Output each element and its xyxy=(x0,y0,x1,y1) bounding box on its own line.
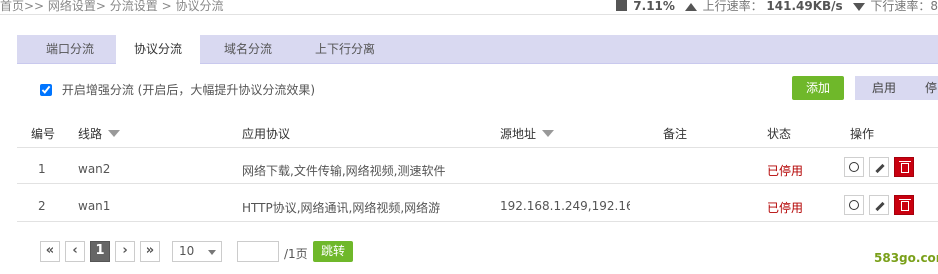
chevron-down-icon xyxy=(208,250,216,255)
enable-button[interactable]: 启用 xyxy=(855,76,913,100)
col-header-status: 状态 xyxy=(767,127,792,141)
sort-chevron-icon[interactable] xyxy=(542,130,555,137)
page-number-input[interactable] xyxy=(237,241,279,262)
enable-disable-group: 启用 停 xyxy=(855,76,938,100)
prev-page-button[interactable]: ‹ xyxy=(65,241,85,262)
col-header-source[interactable]: 源地址 xyxy=(500,125,555,142)
trash-icon xyxy=(899,161,911,162)
first-page-button[interactable]: « xyxy=(40,241,60,262)
row-divider xyxy=(17,221,938,222)
col-header-number: 编号 xyxy=(31,127,56,141)
cpu-usage: 7.11% xyxy=(633,0,675,13)
watermark: 583go.com xyxy=(874,251,938,265)
row-divider xyxy=(17,183,938,184)
top-bar: 首页>> 网络设置> 分流设置 > 协议分流 7.11% 上行速率： 141.4… xyxy=(0,0,938,15)
edit-button[interactable] xyxy=(869,157,889,177)
circle-icon xyxy=(849,200,859,210)
breadcrumb: 首页>> 网络设置> 分流设置 > 协议分流 xyxy=(0,0,224,13)
tab-port-split[interactable]: 端口分流 xyxy=(30,35,110,63)
pencil-icon xyxy=(875,163,885,174)
delete-button[interactable] xyxy=(894,195,914,215)
col-header-note: 备注 xyxy=(663,127,688,141)
download-arrow-icon xyxy=(852,3,865,11)
edit-button[interactable] xyxy=(869,195,889,215)
row-line: wan1 xyxy=(78,199,111,213)
system-stats: 7.11% 上行速率： 141.49KB/s 下行速率：8 xyxy=(610,0,938,14)
col-header-line-label: 线路 xyxy=(78,127,103,141)
col-header-source-label: 源地址 xyxy=(500,127,537,141)
toggle-button[interactable] xyxy=(844,157,864,177)
enhance-split-checkbox[interactable] xyxy=(40,84,52,96)
sort-chevron-icon[interactable] xyxy=(108,130,121,137)
circle-icon xyxy=(849,162,859,172)
toggle-button[interactable] xyxy=(844,195,864,215)
disable-button[interactable]: 停 xyxy=(925,76,938,100)
trash-icon xyxy=(899,199,911,200)
row-status: 已停用 xyxy=(767,201,804,215)
row-number: 1 xyxy=(38,162,46,176)
enhance-split-option: 开启增强分流 (开启后，大幅提升协议分流效果) xyxy=(40,81,315,98)
delete-button[interactable] xyxy=(894,157,914,177)
page-size-value: 10 xyxy=(179,244,195,258)
upload-arrow-icon xyxy=(684,3,697,11)
row-line: wan2 xyxy=(78,162,111,176)
upload-label: 上行速率： xyxy=(702,0,763,13)
current-page-button[interactable]: 1 xyxy=(90,241,110,262)
jump-button[interactable]: 跳转 xyxy=(313,241,353,262)
tab-protocol-split[interactable]: 协议分流 xyxy=(116,35,200,65)
download-label: 下行速率：8 xyxy=(870,0,938,13)
page-total: /1页 xyxy=(284,247,308,261)
col-header-protocol: 应用协议 xyxy=(242,127,291,141)
row-protocol: HTTP协议,网络通讯,网络视频,网络游 xyxy=(242,201,441,215)
col-header-actions: 操作 xyxy=(850,127,875,141)
row-number: 2 xyxy=(38,199,46,213)
upload-speed: 141.49KB/s xyxy=(766,0,843,13)
table-header-divider xyxy=(17,147,938,148)
next-page-button[interactable]: › xyxy=(115,241,135,262)
add-button[interactable]: 添加 xyxy=(792,76,844,100)
row-status: 已停用 xyxy=(767,164,804,178)
page-size-select[interactable]: 10 xyxy=(172,241,222,262)
enhance-split-label: 开启增强分流 (开启后，大幅提升协议分流效果) xyxy=(61,83,316,97)
col-header-line[interactable]: 线路 xyxy=(78,125,121,142)
tab-domain-split[interactable]: 域名分流 xyxy=(208,35,288,63)
pencil-icon xyxy=(875,201,885,212)
cpu-icon xyxy=(616,0,628,11)
row-source: 192.168.1.249,192.16 xyxy=(500,199,630,213)
tab-up-down-split[interactable]: 上下行分离 xyxy=(300,35,390,63)
row-protocol: 网络下载,文件传输,网络视频,测速软件 xyxy=(242,164,446,178)
last-page-button[interactable]: » xyxy=(140,241,160,262)
